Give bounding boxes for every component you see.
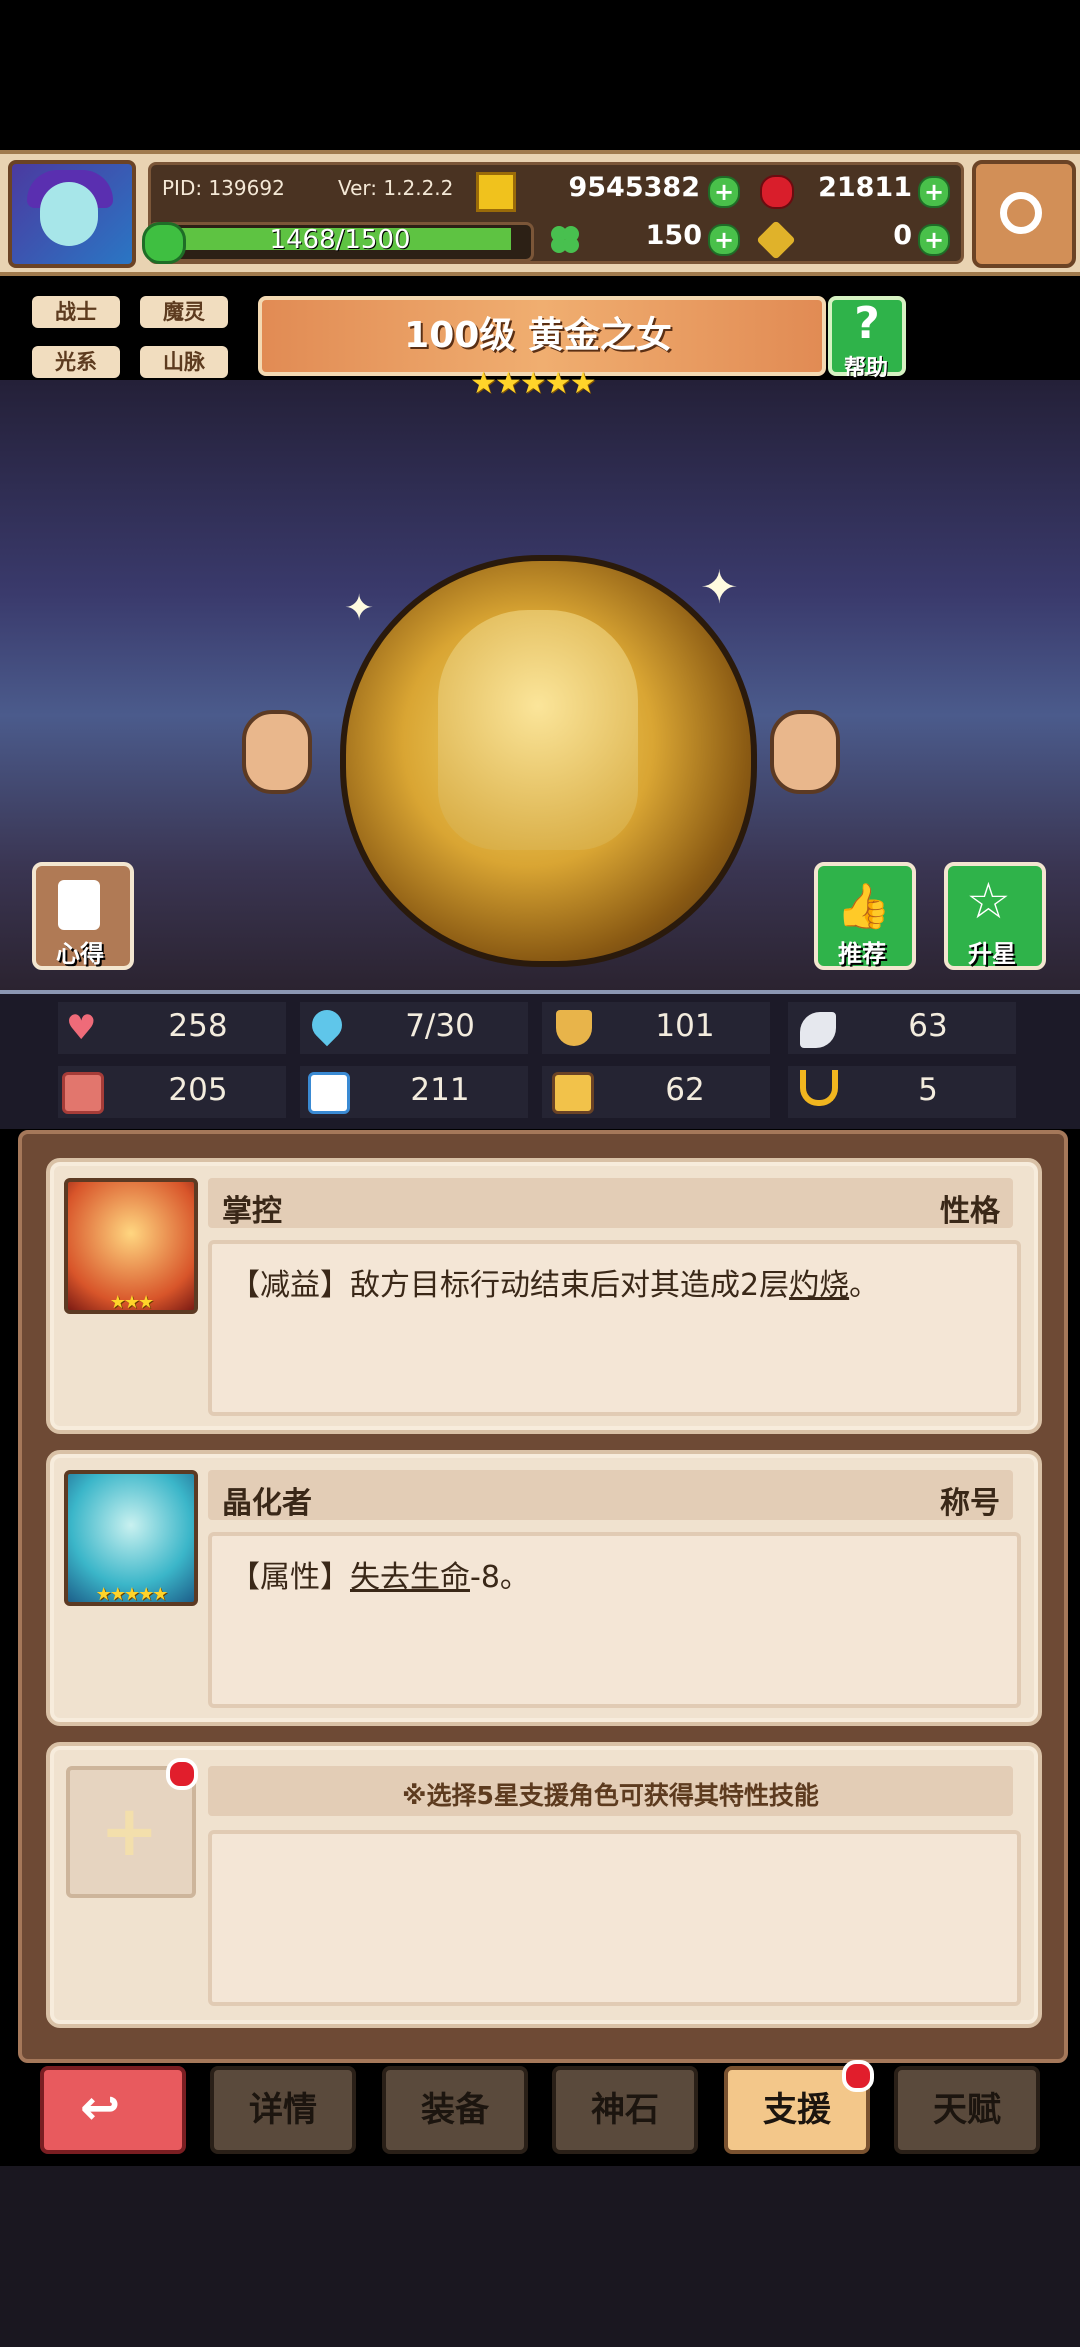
stat-speed: 63 bbox=[908, 1008, 948, 1044]
player-id: PID: 139692 bbox=[162, 176, 285, 200]
hero-stars: ★★★★★ bbox=[470, 366, 596, 401]
trait-description: 【减益】敌方目标行动结束后对其造成2层灼烧。 bbox=[230, 1268, 880, 1303]
clover-amount: 150 bbox=[645, 220, 702, 251]
player-avatar[interactable] bbox=[8, 160, 136, 268]
upgrade-star-label: 升星 bbox=[968, 940, 1016, 968]
settings-button[interactable] bbox=[972, 160, 1076, 268]
tag-class: 战士 bbox=[32, 296, 120, 328]
title-description: 【属性】失去生命-8。 bbox=[230, 1560, 530, 1595]
stat-hp: 258 bbox=[168, 1008, 228, 1044]
tag-race: 魔灵 bbox=[140, 296, 228, 328]
stat-defense: 101 bbox=[655, 1008, 715, 1044]
star-icon: ☆ bbox=[966, 872, 1011, 930]
tag-element: 光系 bbox=[32, 346, 120, 378]
add-key-button[interactable]: + bbox=[918, 224, 950, 256]
empty-description-box bbox=[208, 1830, 1021, 2006]
thumbs-up-icon: 👍 bbox=[836, 881, 891, 932]
trait-name: 掌控 bbox=[222, 1194, 282, 1229]
add-clover-button[interactable]: + bbox=[708, 224, 740, 256]
support-hint: ※选择5星支援角色可获得其特性技能 bbox=[402, 1781, 819, 1810]
key-amount: 0 bbox=[893, 220, 912, 251]
tab-details[interactable]: 详情 bbox=[210, 2066, 356, 2154]
golden-girl-figure bbox=[438, 610, 638, 850]
tag-terrain: 山脉 bbox=[140, 346, 228, 378]
support-stars: ★★★ bbox=[109, 1292, 154, 1313]
keyword-link[interactable]: 灼烧 bbox=[789, 1268, 849, 1303]
scroll-icon bbox=[552, 1072, 594, 1114]
bottom-background bbox=[0, 2166, 1080, 2347]
notes-icon bbox=[58, 880, 100, 930]
tab-equipment[interactable]: 装备 bbox=[382, 2066, 528, 2154]
horseshoe-icon bbox=[800, 1070, 838, 1106]
heart-icon: ♥ bbox=[66, 1008, 97, 1048]
prev-hero-button[interactable] bbox=[242, 710, 312, 794]
hero-title: 100级 黄金之女 bbox=[404, 315, 672, 356]
red-gem-icon bbox=[760, 175, 794, 209]
exp-text: 1468/1500 bbox=[269, 225, 411, 255]
gold-amount: 9545382 bbox=[568, 172, 700, 203]
trait-type: 性格 bbox=[940, 1194, 1000, 1229]
book-icon bbox=[308, 1072, 350, 1114]
next-hero-button[interactable] bbox=[770, 710, 840, 794]
title-name: 晶化者 bbox=[222, 1486, 312, 1521]
sparkle-icon: ✦ bbox=[344, 588, 375, 629]
keyword-link[interactable]: 失去生命 bbox=[350, 1560, 470, 1595]
notification-dot bbox=[166, 1758, 198, 1790]
tab-talent[interactable]: 天赋 bbox=[894, 2066, 1040, 2154]
support-stars: ★★★★★ bbox=[95, 1584, 169, 1605]
gem-amount: 21811 bbox=[818, 172, 912, 203]
clover-icon bbox=[551, 226, 579, 253]
question-mark-icon: ? bbox=[854, 298, 880, 349]
notification-dot bbox=[842, 2060, 874, 2092]
sparkle-icon: ✦ bbox=[700, 560, 739, 614]
help-label: 帮助 bbox=[843, 356, 888, 381]
notes-label: 心得 bbox=[56, 940, 104, 968]
shield-icon bbox=[556, 1010, 592, 1046]
stat-luck: 5 bbox=[918, 1072, 938, 1108]
recommend-label: 推荐 bbox=[838, 940, 886, 968]
stat-mana: 7/30 bbox=[405, 1008, 475, 1044]
gear-icon bbox=[1000, 192, 1042, 234]
title-type: 称号 bbox=[940, 1486, 1000, 1521]
add-gem-button[interactable]: + bbox=[918, 176, 950, 208]
stat-magic: 211 bbox=[410, 1072, 470, 1108]
gold-coin-icon bbox=[476, 172, 516, 212]
stat-resist: 62 bbox=[665, 1072, 705, 1108]
plus-icon: + bbox=[100, 1790, 159, 1872]
stat-attack: 205 bbox=[168, 1072, 228, 1108]
tab-godstone[interactable]: 神石 bbox=[552, 2066, 698, 2154]
game-version: Ver: 1.2.2.2 bbox=[338, 176, 454, 200]
add-gold-button[interactable]: + bbox=[708, 176, 740, 208]
return-arrow-icon: ↩ bbox=[80, 2080, 121, 2136]
avatar-face bbox=[40, 182, 98, 246]
fist-icon bbox=[62, 1072, 104, 1114]
